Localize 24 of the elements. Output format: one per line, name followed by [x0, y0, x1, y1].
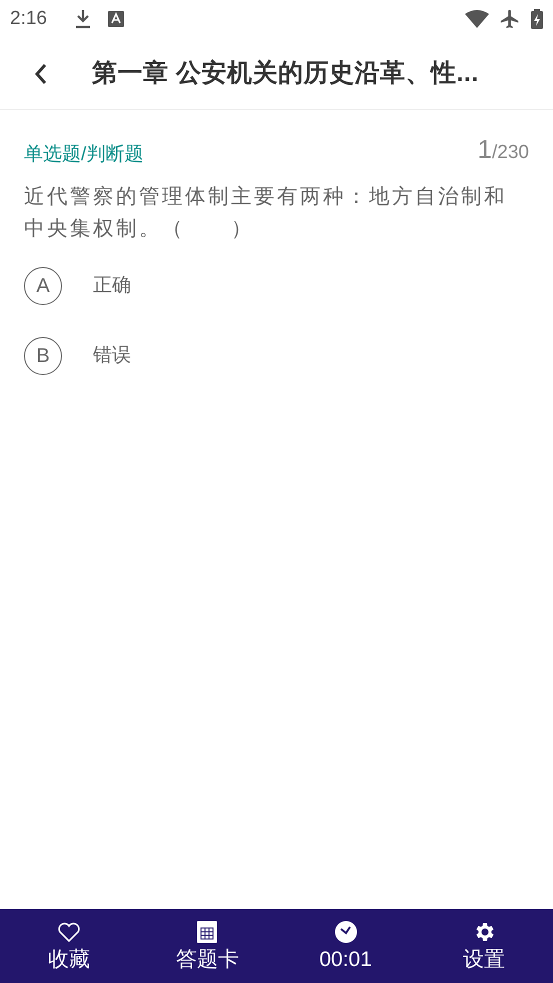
answer-option[interactable]: A 正确	[24, 267, 529, 305]
status-time: 2:16	[10, 6, 47, 31]
question-type: 单选题/判断题	[24, 142, 144, 166]
battery-icon	[531, 9, 543, 29]
tab-bar-item[interactable]: 答题卡	[138, 909, 276, 983]
grid-icon	[197, 921, 218, 943]
font-icon	[108, 11, 124, 27]
option-letter: B	[24, 337, 62, 375]
heart-icon	[57, 921, 82, 943]
tab-bar-item[interactable]: 00:01	[276, 909, 415, 983]
question-text: 近代警察的管理体制主要有两种：地方自治制和中央集权制。（ ）	[24, 184, 508, 242]
option-text: 正确	[93, 274, 131, 298]
back-icon[interactable]	[34, 62, 48, 84]
clock-icon	[334, 921, 357, 943]
page-title: 第一章 公安机关的历史沿革、性...	[92, 58, 479, 89]
airplane-icon	[499, 8, 521, 30]
download-icon	[74, 9, 92, 29]
option-letter: A	[24, 267, 62, 305]
wifi-icon	[465, 10, 489, 28]
tab-bar-item[interactable]: 设置	[414, 909, 553, 983]
tab-bar-item[interactable]: 收藏	[0, 909, 138, 983]
option-text: 错误	[93, 344, 131, 368]
question-counter: 1/230	[478, 133, 529, 166]
answer-option[interactable]: B 错误	[24, 337, 529, 375]
